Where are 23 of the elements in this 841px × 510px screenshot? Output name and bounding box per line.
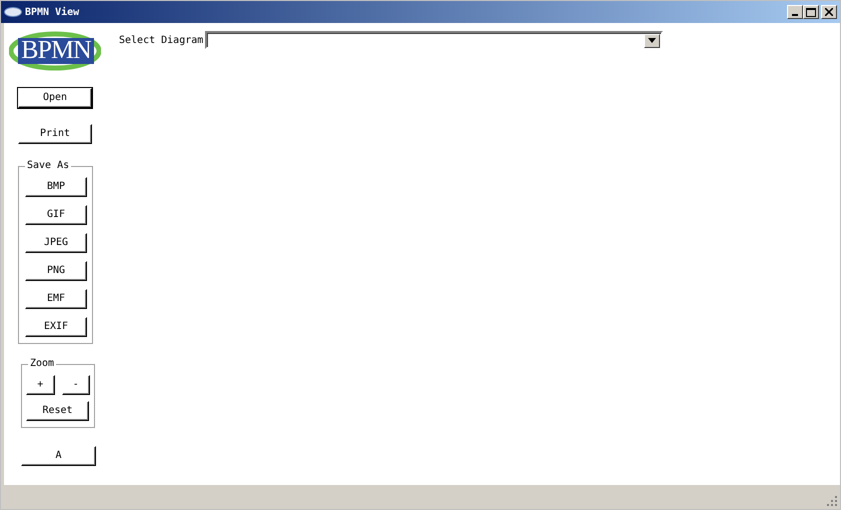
logo: BPMN <box>9 31 101 71</box>
button[interactable]: A <box>21 446 96 466</box>
field-label: Select Diagram <box>119 34 204 48</box>
diagram-dropdown[interactable] <box>205 30 664 48</box>
maximize-button[interactable] <box>802 5 818 19</box>
close-button[interactable] <box>821 5 837 19</box>
button[interactable]: + <box>26 375 54 395</box>
window-title: BPMN View <box>25 6 80 20</box>
button[interactable]: Open <box>18 88 92 108</box>
button[interactable]: GIF <box>25 205 87 225</box>
button[interactable]: Reset <box>26 401 89 421</box>
button[interactable]: PNG <box>25 261 87 281</box>
button[interactable]: - <box>62 375 90 395</box>
button[interactable]: JPEG <box>25 233 87 253</box>
resize-grip-icon <box>827 496 838 507</box>
close-icon <box>825 8 833 16</box>
button[interactable]: EXIF <box>25 317 87 337</box>
maximize-icon <box>806 8 816 16</box>
minimize-button[interactable] <box>786 5 802 19</box>
button[interactable]: Print <box>18 124 92 144</box>
app-icon <box>4 7 22 17</box>
button[interactable]: EMF <box>25 289 87 309</box>
button[interactable]: BMP <box>25 177 87 197</box>
